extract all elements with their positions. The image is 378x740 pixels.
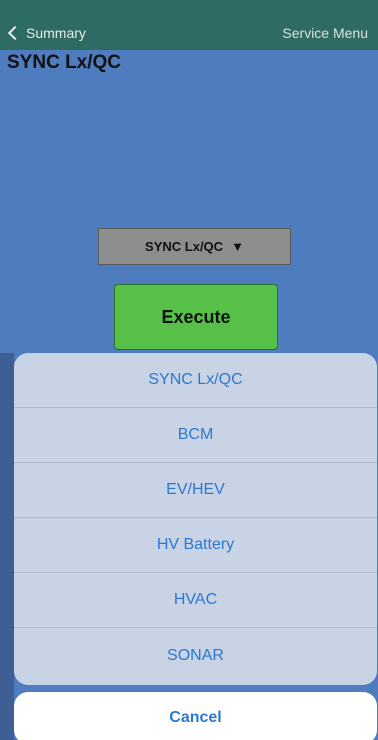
sheet-backdrop [0, 353, 14, 740]
action-sheet-option[interactable]: SONAR [14, 628, 377, 683]
back-button-label: Summary [26, 25, 86, 41]
action-sheet-option[interactable]: HV Battery [14, 518, 377, 573]
action-sheet: SYNC Lx/QC BCM EV/HEV HV Battery HVAC SO… [14, 353, 377, 685]
execute-button[interactable]: Execute [114, 284, 278, 350]
caret-down-icon: ▼ [231, 239, 244, 254]
action-sheet-option[interactable]: BCM [14, 408, 377, 463]
cancel-button[interactable]: Cancel [14, 692, 377, 740]
action-sheet-option[interactable]: HVAC [14, 573, 377, 628]
app-screen: Summary Service Menu SYNC Lx/QC SYNC Lx/… [0, 0, 378, 740]
chevron-left-icon [7, 25, 23, 41]
back-button[interactable]: Summary [7, 25, 86, 41]
action-sheet-option[interactable]: EV/HEV [14, 463, 377, 518]
dropdown-selected-value: SYNC Lx/QC [145, 239, 224, 254]
navigation-bar: Summary Service Menu [0, 0, 378, 50]
page-title: SYNC Lx/QC [7, 52, 122, 73]
action-sheet-option[interactable]: SYNC Lx/QC [14, 353, 377, 408]
service-menu-button[interactable]: Service Menu [282, 25, 368, 41]
module-dropdown[interactable]: SYNC Lx/QC ▼ [98, 228, 291, 265]
